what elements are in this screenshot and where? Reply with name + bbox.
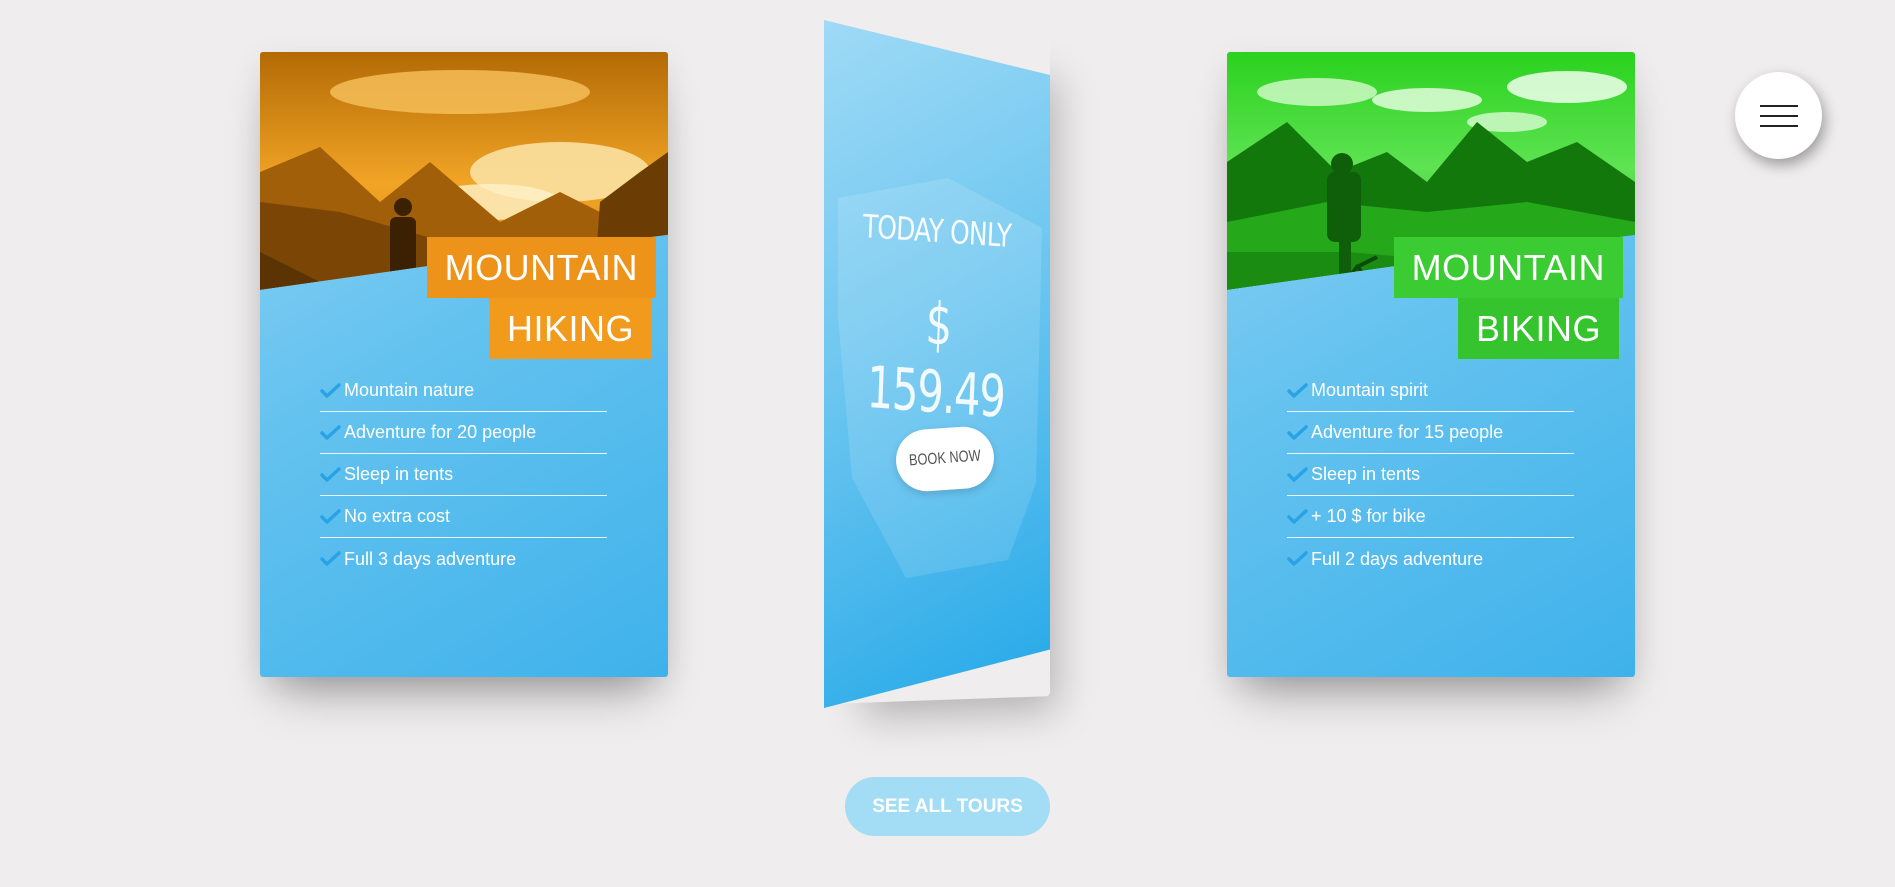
feature-label: Sleep in tents xyxy=(1311,464,1421,484)
list-item: Sleep in tents xyxy=(1287,454,1574,496)
feature-label: Mountain nature xyxy=(344,380,475,400)
checkmark-icon xyxy=(1287,551,1308,566)
tours-page: MOUNTAIN HIKING Mountain nature Adventur… xyxy=(0,0,1895,887)
feature-label: Adventure for 15 people xyxy=(1311,422,1504,442)
list-item: Adventure for 20 people xyxy=(320,412,607,454)
book-now-label: BOOK NOW xyxy=(908,447,982,470)
checkmark-icon xyxy=(1287,382,1308,398)
hiking-title: MOUNTAIN HIKING xyxy=(426,237,656,359)
feature-label: Adventure for 20 people xyxy=(344,422,537,442)
checkmark-icon xyxy=(320,466,341,482)
hiking-title-line1: MOUNTAIN xyxy=(426,237,656,298)
biking-feature-list: Mountain spirit Adventure for 15 people … xyxy=(1287,370,1574,580)
feature-label: Mountain spirit xyxy=(1311,380,1429,400)
hiking-feature-list: Mountain nature Adventure for 20 people … xyxy=(320,370,607,580)
book-now-button[interactable]: BOOK NOW xyxy=(893,424,997,494)
see-all-tours-button[interactable]: SEE ALL TOURS xyxy=(845,777,1050,836)
checkmark-icon xyxy=(1287,424,1308,440)
tour-card-biking[interactable]: MOUNTAIN BIKING Mountain spirit Adventur… xyxy=(1227,52,1635,677)
checkmark-icon xyxy=(320,382,341,398)
checkmark-icon xyxy=(320,551,341,566)
hiking-title-line2: HIKING xyxy=(488,298,652,359)
checkmark-icon xyxy=(1287,466,1308,482)
menu-button[interactable] xyxy=(1735,72,1822,159)
checkmark-icon xyxy=(320,424,341,440)
feature-label: + 10 $ for bike xyxy=(1311,506,1426,526)
biking-title: MOUNTAIN BIKING xyxy=(1393,237,1623,359)
list-item: Mountain spirit xyxy=(1287,370,1574,412)
list-item: Full 2 days adventure xyxy=(1287,538,1574,580)
checkmark-icon xyxy=(1287,508,1308,524)
list-item: Adventure for 15 people xyxy=(1287,412,1574,454)
feature-label: Sleep in tents xyxy=(344,464,454,484)
biking-title-line1: MOUNTAIN xyxy=(1393,237,1623,298)
feature-label: Full 2 days adventure xyxy=(1311,548,1484,569)
feature-label: No extra cost xyxy=(344,506,451,526)
list-item: No extra cost xyxy=(320,496,607,538)
biking-title-line2: BIKING xyxy=(1457,298,1619,359)
list-item: + 10 $ for bike xyxy=(1287,496,1574,538)
list-item: Mountain nature xyxy=(320,370,607,412)
promo-price: $ 159.49 xyxy=(865,289,1006,431)
feature-label: Full 3 days adventure xyxy=(344,548,517,569)
tour-card-hiking[interactable]: MOUNTAIN HIKING Mountain nature Adventur… xyxy=(260,52,668,677)
hamburger-menu-icon xyxy=(1759,101,1798,131)
list-item: Full 3 days adventure xyxy=(320,538,607,580)
list-item: Sleep in tents xyxy=(320,454,607,496)
checkmark-icon xyxy=(320,508,341,524)
promo-panel: TODAY ONLY $ 159.49 BOOK NOW xyxy=(824,20,1050,708)
